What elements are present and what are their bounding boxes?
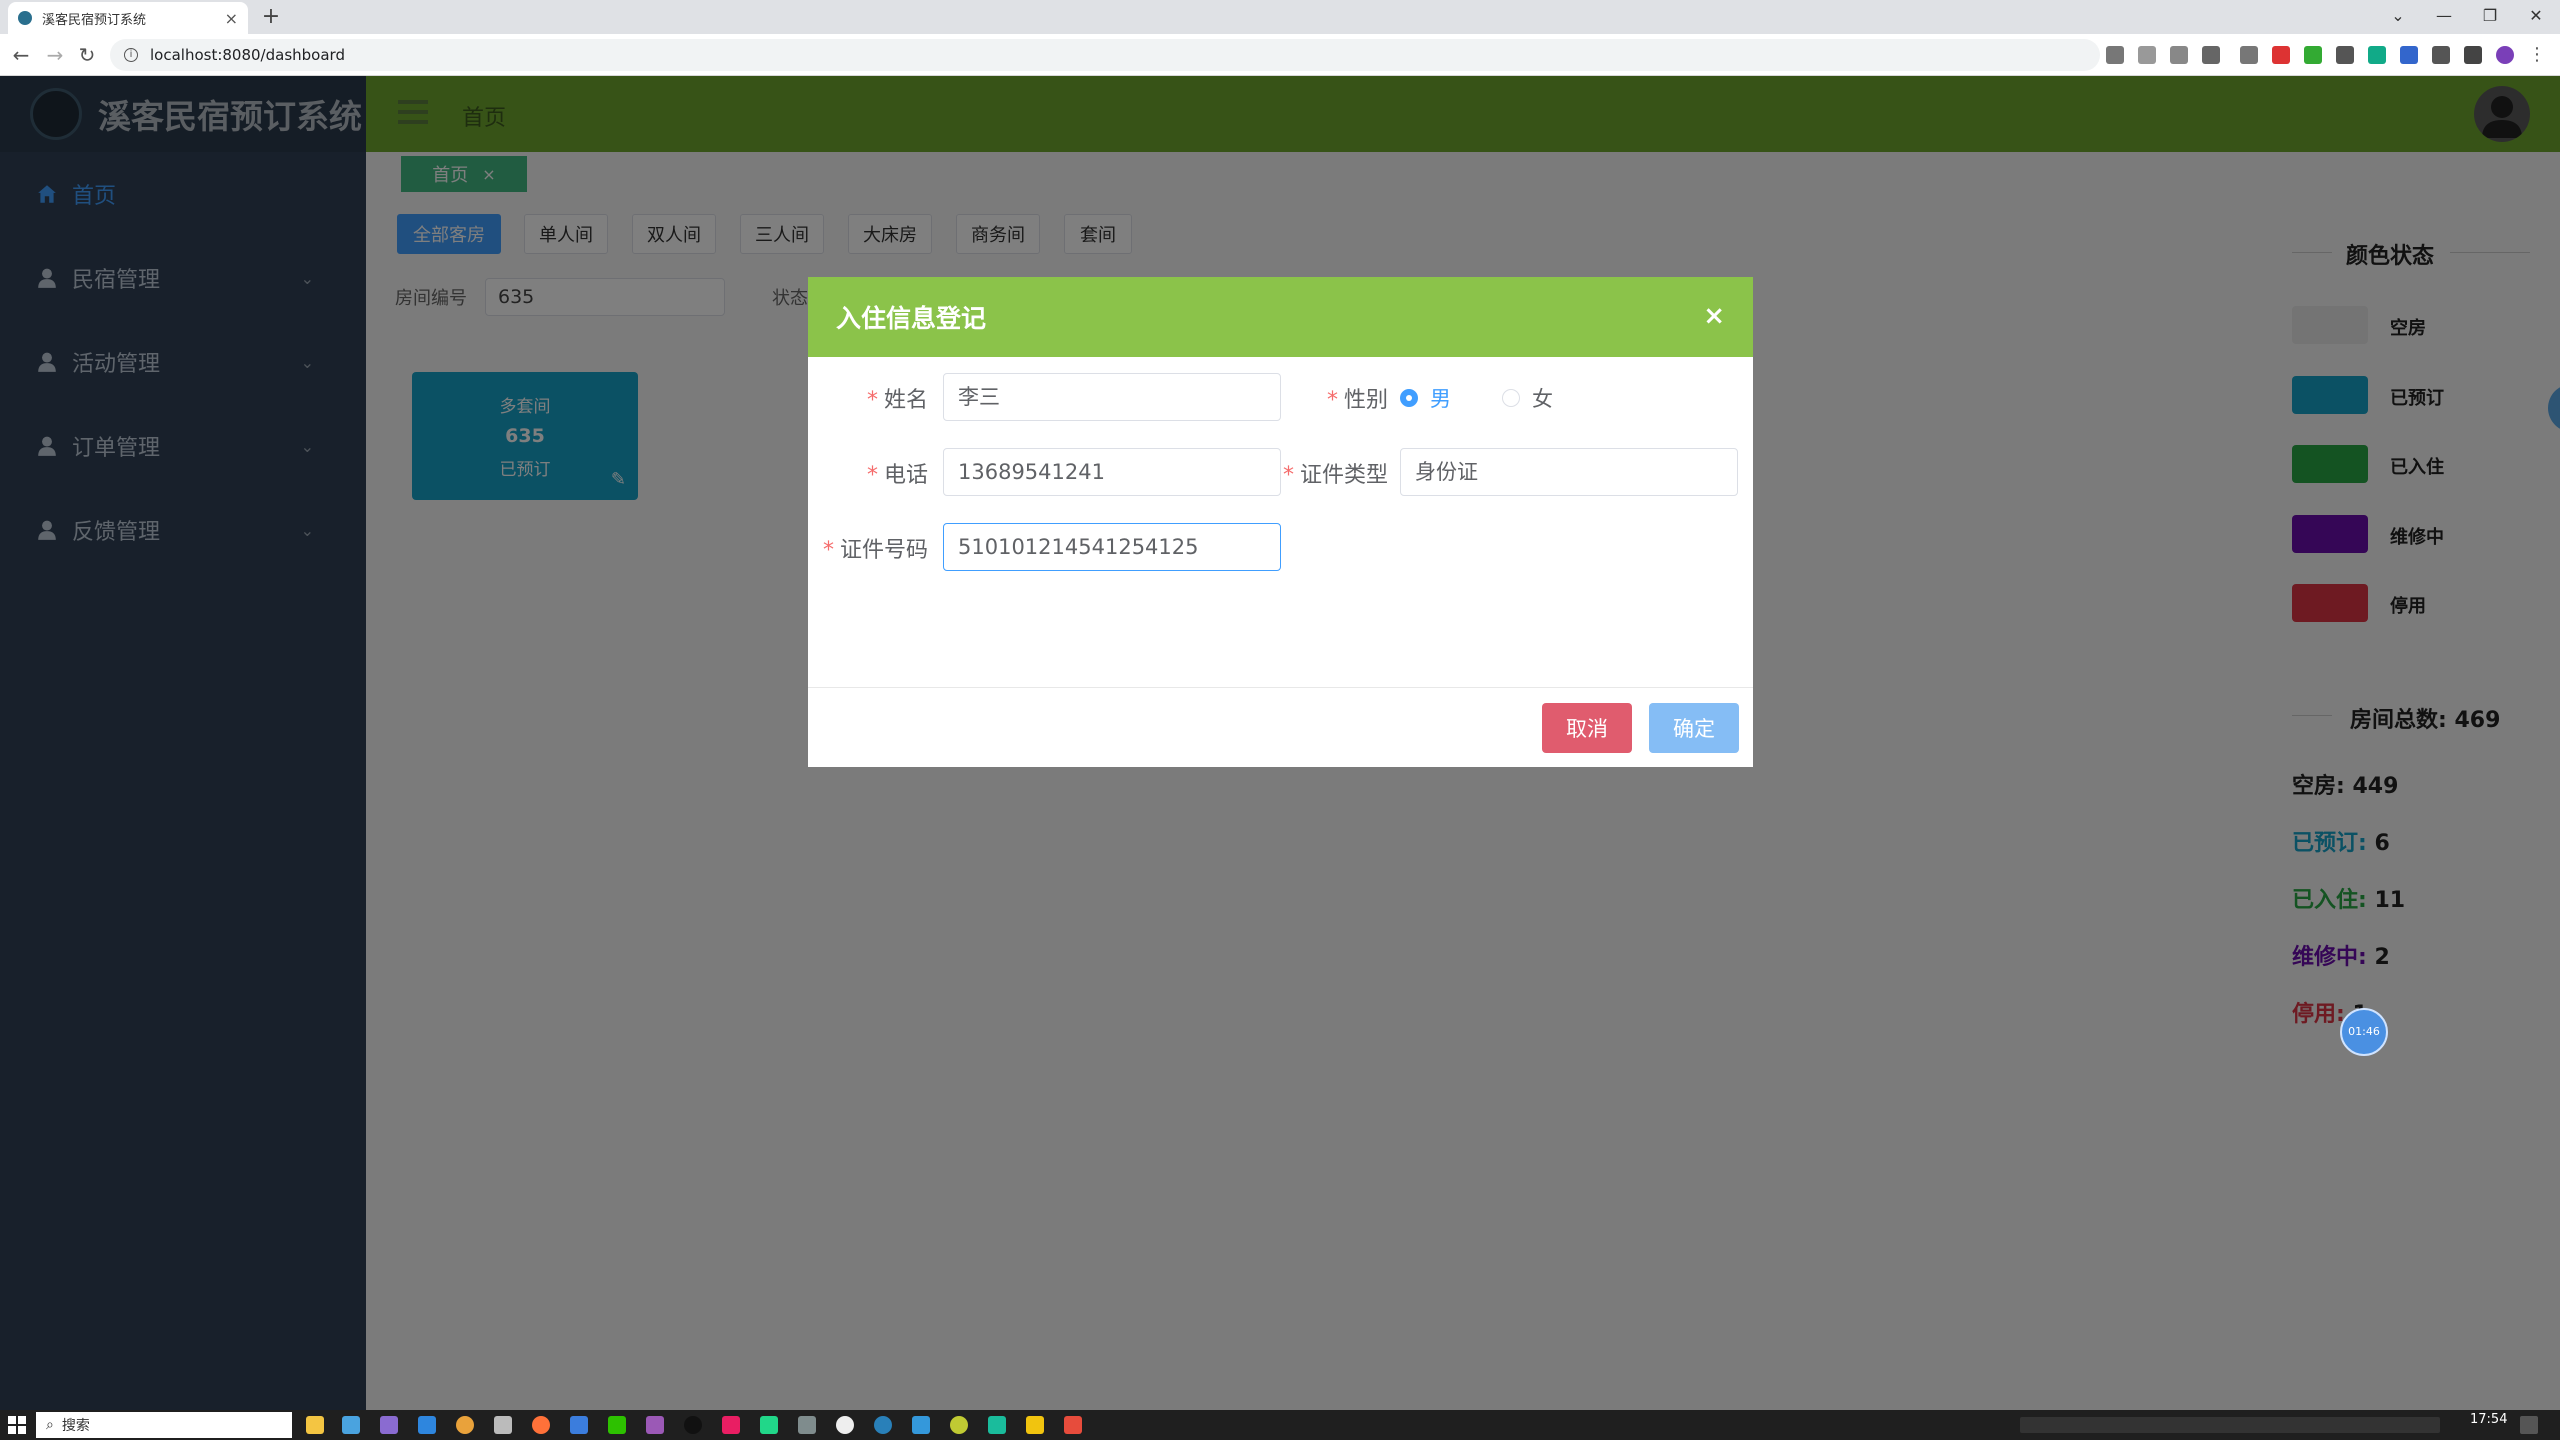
url-input[interactable]: i localhost:8080/dashboard — [110, 39, 2100, 71]
required-mark: * — [866, 463, 878, 488]
close-icon[interactable]: × — [1703, 301, 1725, 331]
extension-copy-icon[interactable] — [2336, 46, 2354, 64]
cancel-button[interactable]: 取消 — [1542, 703, 1632, 753]
name-label: * 姓名 — [848, 382, 928, 414]
radio-label: 女 — [1532, 387, 1553, 411]
browser-tab-strip — [0, 0, 2560, 34]
taskbar-app-icon[interactable] — [418, 1416, 436, 1434]
required-mark: * — [866, 388, 878, 413]
minimize-button[interactable]: — — [2424, 2, 2464, 30]
browser-menu-icon[interactable]: ⋮ — [2528, 46, 2546, 64]
search-icon: ⌕ — [46, 1417, 54, 1433]
maximize-button[interactable]: ❐ — [2470, 2, 2510, 30]
translate-icon[interactable] — [2106, 46, 2124, 64]
extensions-puzzle-icon[interactable] — [2432, 46, 2450, 64]
taskbar-app-icon[interactable] — [1026, 1416, 1044, 1434]
taskbar-app-icon[interactable] — [722, 1416, 740, 1434]
divider — [808, 687, 1753, 688]
gender-male-radio[interactable]: 男 — [1400, 383, 1451, 413]
taskbar-app-icon[interactable] — [342, 1416, 360, 1434]
back-arrow-icon[interactable]: ← — [6, 40, 36, 70]
id-type-field[interactable]: 身份证 — [1400, 448, 1738, 496]
firefox-icon[interactable] — [532, 1416, 550, 1434]
bookmark-star-icon[interactable] — [2202, 46, 2220, 64]
gender-label-text: 性别 — [1343, 388, 1388, 413]
taskbar-app-icon[interactable] — [988, 1416, 1006, 1434]
phone-label-text: 电话 — [883, 463, 928, 488]
phone-field[interactable]: 13689541241 — [943, 448, 1281, 496]
zoom-icon[interactable] — [2138, 46, 2156, 64]
gender-label: * 性别 — [1308, 382, 1388, 414]
extension-camera-icon[interactable] — [2240, 46, 2258, 64]
radio-unchecked-icon — [1502, 389, 1520, 407]
address-bar-row: ← → ↻ i localhost:8080/dashboard ⋮ — [0, 34, 2560, 76]
tab-close-icon[interactable]: × — [225, 9, 238, 28]
system-tray[interactable] — [2020, 1417, 2440, 1433]
favicon-icon — [18, 11, 32, 25]
taskbar-search-input[interactable]: ⌕ 搜索 — [36, 1412, 292, 1438]
dialog-header: 入住信息登记 × — [808, 277, 1753, 357]
timer-bubble[interactable]: 01:46 — [2340, 1008, 2388, 1056]
taskbar-app-icon[interactable] — [1064, 1416, 1082, 1434]
taskbar-search-placeholder: 搜索 — [61, 1418, 90, 1434]
side-panel-icon[interactable] — [2464, 46, 2482, 64]
dialog-title: 入住信息登记 — [836, 304, 987, 333]
extension-translate-icon[interactable] — [2400, 46, 2418, 64]
profile-avatar-icon[interactable] — [2496, 46, 2514, 64]
checkin-dialog: 入住信息登记 × * 姓名 李三 * 性别 男 女 * 电话 13689541241 … — [808, 277, 1753, 767]
taskbar-app-icon[interactable] — [646, 1416, 664, 1434]
name-field[interactable]: 李三 — [943, 373, 1281, 421]
required-mark: * — [1282, 463, 1294, 488]
taskbar-app-icon[interactable] — [874, 1416, 892, 1434]
chrome-icon[interactable] — [456, 1416, 474, 1434]
browser-tab[interactable]: 溪客民宿预订系统 × — [8, 2, 248, 34]
browser-tab-title: 溪客民宿预订系统 — [42, 12, 147, 28]
taskbar-app-icon[interactable] — [836, 1416, 854, 1434]
window-close-button[interactable]: ✕ — [2516, 2, 2556, 30]
reload-icon[interactable]: ↻ — [72, 40, 102, 70]
radio-label: 男 — [1430, 387, 1451, 411]
taskbar-app-icon[interactable] — [380, 1416, 398, 1434]
taskbar-app-icon[interactable] — [760, 1416, 778, 1434]
url-text: localhost:8080/dashboard — [150, 46, 345, 64]
taskbar-app-icon[interactable] — [494, 1416, 512, 1434]
required-mark: * — [1326, 388, 1338, 413]
id-number-label: * 证件号码 — [818, 532, 928, 564]
id-type-label: * 证件类型 — [1278, 457, 1388, 489]
id-number-label-text: 证件号码 — [839, 538, 928, 563]
windows-start-icon[interactable] — [8, 1416, 26, 1434]
taskbar-app-icon[interactable] — [912, 1416, 930, 1434]
extension-green-icon[interactable] — [2304, 46, 2322, 64]
required-mark: * — [822, 538, 834, 563]
share-icon[interactable] — [2170, 46, 2188, 64]
new-tab-button[interactable]: + — [258, 4, 284, 30]
taskbar-app-icon[interactable] — [684, 1416, 702, 1434]
name-label-text: 姓名 — [883, 388, 928, 413]
taskbar-app-icon[interactable] — [950, 1416, 968, 1434]
radio-checked-icon — [1400, 389, 1418, 407]
id-number-field[interactable]: 510101214541254125 — [943, 523, 1281, 571]
confirm-button[interactable]: 确定 — [1649, 703, 1739, 753]
tab-search-button[interactable]: ⌄ — [2378, 2, 2418, 30]
notification-icon[interactable] — [2520, 1416, 2538, 1434]
id-type-label-text: 证件类型 — [1299, 463, 1388, 488]
site-info-icon[interactable]: i — [124, 48, 138, 62]
wechat-icon[interactable] — [608, 1416, 626, 1434]
gender-female-radio[interactable]: 女 — [1502, 383, 1553, 413]
extension-shield-icon[interactable] — [2272, 46, 2290, 64]
extension-vue-icon[interactable] — [2368, 46, 2386, 64]
taskbar-app-icon[interactable] — [798, 1416, 816, 1434]
vscode-icon[interactable] — [570, 1416, 588, 1434]
forward-arrow-icon[interactable]: → — [40, 40, 70, 70]
taskbar-clock[interactable]: 17:54 — [2470, 1412, 2507, 1427]
file-explorer-icon[interactable] — [306, 1416, 324, 1434]
phone-label: * 电话 — [848, 457, 928, 489]
